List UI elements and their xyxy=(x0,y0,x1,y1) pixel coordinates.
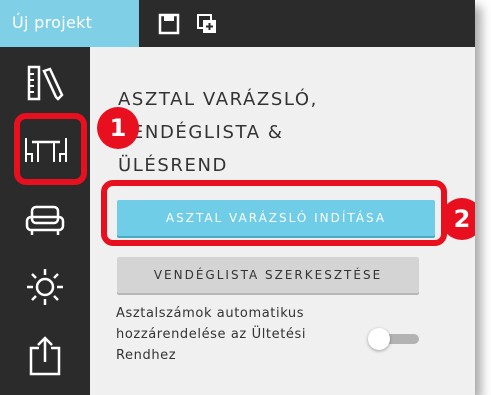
section-heading: ASZTAL VARÁZSLÓ, VENDÉGLISTA & ÜLÉSREND xyxy=(118,83,418,182)
ruler-pencil-icon[interactable] xyxy=(23,61,67,109)
save-icon[interactable] xyxy=(158,13,180,39)
top-bar: Új projekt xyxy=(0,0,475,47)
toggle-knob[interactable] xyxy=(368,328,390,350)
sun-icon[interactable] xyxy=(23,265,67,313)
heading-line: ASZTAL VARÁZSLÓ, xyxy=(118,89,318,110)
app-panel: Új projekt ASZTAL VARÁZSLÓ, VENDÉGLISTA … xyxy=(0,0,475,395)
heading-line: ÜLÉSREND xyxy=(118,155,229,176)
tab-label: Új projekt xyxy=(12,13,93,32)
callout-badge-2: 2 xyxy=(441,198,475,240)
callout-badge-1: 1 xyxy=(97,107,139,149)
export-icon[interactable] xyxy=(23,334,67,382)
callout-highlight-1 xyxy=(14,113,87,185)
duplicate-icon[interactable] xyxy=(196,13,218,39)
auto-numbering-line: hozzárendelése az Ültetési xyxy=(116,327,307,342)
auto-numbering-label: Asztalszámok automatikus hozzárendelése … xyxy=(116,303,376,366)
edit-guestlist-button[interactable]: VENDÉGLISTA SZERKESZTÉSE xyxy=(117,257,419,293)
auto-numbering-line: Asztalszámok automatikus xyxy=(116,306,305,321)
armchair-icon[interactable] xyxy=(23,202,67,242)
sidebar xyxy=(0,47,90,395)
callout-highlight-2 xyxy=(101,180,447,246)
heading-line: VENDÉGLISTA & xyxy=(118,122,284,143)
auto-numbering-line: Rendhez xyxy=(116,348,177,363)
tab-new-project[interactable]: Új projekt xyxy=(0,0,139,47)
